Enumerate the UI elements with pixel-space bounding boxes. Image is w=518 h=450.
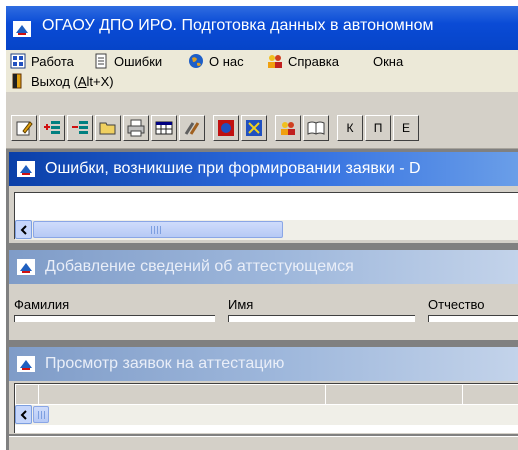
requests-grid[interactable] bbox=[14, 383, 518, 433]
menu-exit-accelerator: A bbox=[77, 73, 87, 89]
menu-about[interactable]: О нас bbox=[188, 51, 244, 71]
toolbar: К П Е bbox=[6, 92, 518, 149]
menu-work[interactable]: Работа bbox=[10, 51, 74, 71]
folder-icon bbox=[99, 122, 116, 135]
patronymic-field[interactable] bbox=[428, 315, 518, 322]
surname-label: Фамилия bbox=[14, 297, 70, 312]
app-icon bbox=[17, 356, 35, 372]
database-icon bbox=[218, 120, 234, 136]
errors-window-title: Ошибки, возникшие при формировании заявк… bbox=[45, 160, 421, 177]
toolbar-database-button[interactable] bbox=[213, 115, 239, 141]
menu-about-label: О нас bbox=[209, 53, 244, 69]
toolbar-add-button[interactable] bbox=[39, 115, 65, 141]
book-icon bbox=[307, 121, 325, 135]
printer-icon bbox=[127, 119, 145, 137]
menu-bar: Работа Ошибки О нас Справка Окна Выход (… bbox=[6, 50, 518, 92]
globe-icon bbox=[189, 54, 203, 68]
grid-column-header[interactable] bbox=[325, 384, 463, 405]
menu-work-label: Работа bbox=[31, 53, 74, 69]
menu-errors-label: Ошибки bbox=[114, 53, 163, 69]
add-person-window: Добавление сведений об аттестующемся Фам… bbox=[9, 250, 518, 340]
errors-window: Ошибки, возникшие при формировании заявк… bbox=[9, 152, 518, 243]
toolbar-tools-button[interactable] bbox=[179, 115, 205, 141]
arrow-left-icon bbox=[20, 224, 27, 235]
grid-icon bbox=[10, 53, 26, 69]
grid-column-header[interactable] bbox=[38, 384, 326, 405]
add-person-window-titlebar[interactable]: Добавление сведений об аттестующемся bbox=[9, 250, 518, 284]
grid-column-header[interactable] bbox=[462, 384, 518, 405]
scroll-thumb[interactable] bbox=[33, 221, 283, 238]
people-icon bbox=[281, 122, 295, 135]
remove-row-icon bbox=[72, 121, 88, 134]
errors-window-titlebar[interactable]: Ошибки, возникшие при формировании заявк… bbox=[9, 152, 518, 186]
application-window: ОГАОУ ДПО ИРО. Подготовка данных в автон… bbox=[6, 6, 518, 450]
table-icon bbox=[155, 121, 173, 135]
app-icon bbox=[17, 259, 35, 275]
app-icon bbox=[17, 161, 35, 177]
patronymic-label: Отчество bbox=[428, 297, 485, 312]
mdi-workspace: Ошибки, возникшие при формировании заявк… bbox=[6, 149, 518, 450]
status-bar bbox=[9, 436, 518, 450]
menu-help[interactable]: Справка bbox=[267, 51, 339, 71]
menu-exit-suffix: lt+X) bbox=[86, 73, 114, 89]
menu-windows-label: Окна bbox=[373, 53, 404, 69]
scroll-left-button[interactable] bbox=[15, 220, 32, 239]
edit-icon bbox=[16, 121, 33, 136]
scroll-left-button[interactable] bbox=[15, 405, 32, 424]
toolbar-users-button[interactable] bbox=[275, 115, 301, 141]
menu-windows[interactable]: Окна bbox=[373, 51, 403, 71]
scroll-thumb[interactable] bbox=[33, 406, 49, 423]
menu-help-label: Справка bbox=[288, 53, 339, 69]
toolbar-remove-button[interactable] bbox=[67, 115, 93, 141]
toolbar-print-button[interactable] bbox=[123, 115, 149, 141]
tools-icon bbox=[184, 122, 200, 135]
errors-list[interactable] bbox=[14, 192, 518, 240]
requests-horizontal-scrollbar[interactable] bbox=[15, 404, 518, 425]
grid-indicator-header bbox=[15, 384, 39, 405]
toolbar-clear-button[interactable] bbox=[241, 115, 267, 141]
title-bar[interactable]: ОГАОУ ДПО ИРО. Подготовка данных в автон… bbox=[6, 6, 518, 50]
document-icon bbox=[95, 53, 107, 69]
toolbar-letter-p-button[interactable]: П bbox=[365, 115, 391, 141]
view-requests-window-title: Просмотр заявок на аттестацию bbox=[45, 355, 285, 372]
name-label: Имя bbox=[228, 297, 254, 312]
app-icon bbox=[13, 21, 31, 37]
toolbar-table-button[interactable] bbox=[151, 115, 177, 141]
toolbar-book-button[interactable] bbox=[303, 115, 329, 141]
menu-exit-label: Выход ( bbox=[31, 73, 78, 89]
name-field[interactable] bbox=[228, 315, 415, 322]
view-requests-window-titlebar[interactable]: Просмотр заявок на аттестацию bbox=[9, 347, 518, 381]
exit-door-icon bbox=[12, 73, 22, 89]
toolbar-open-button[interactable] bbox=[95, 115, 121, 141]
toolbar-letter-k-button[interactable]: К bbox=[337, 115, 363, 141]
add-row-icon bbox=[44, 121, 60, 134]
toolbar-edit-button[interactable] bbox=[11, 115, 37, 141]
window-title: ОГАОУ ДПО ИРО. Подготовка данных в автон… bbox=[42, 17, 434, 34]
clear-icon bbox=[246, 120, 262, 136]
errors-horizontal-scrollbar[interactable] bbox=[15, 219, 518, 240]
people-icon bbox=[268, 55, 282, 68]
surname-field[interactable] bbox=[14, 315, 215, 322]
arrow-left-icon bbox=[20, 409, 27, 420]
add-person-window-title: Добавление сведений об аттестующемся bbox=[45, 258, 354, 275]
menu-errors[interactable]: Ошибки bbox=[93, 51, 162, 71]
view-requests-window: Просмотр заявок на аттестацию bbox=[9, 347, 518, 434]
toolbar-letter-e-button[interactable]: Е bbox=[393, 115, 419, 141]
menu-exit[interactable]: Выход (Alt+X) bbox=[10, 71, 114, 91]
